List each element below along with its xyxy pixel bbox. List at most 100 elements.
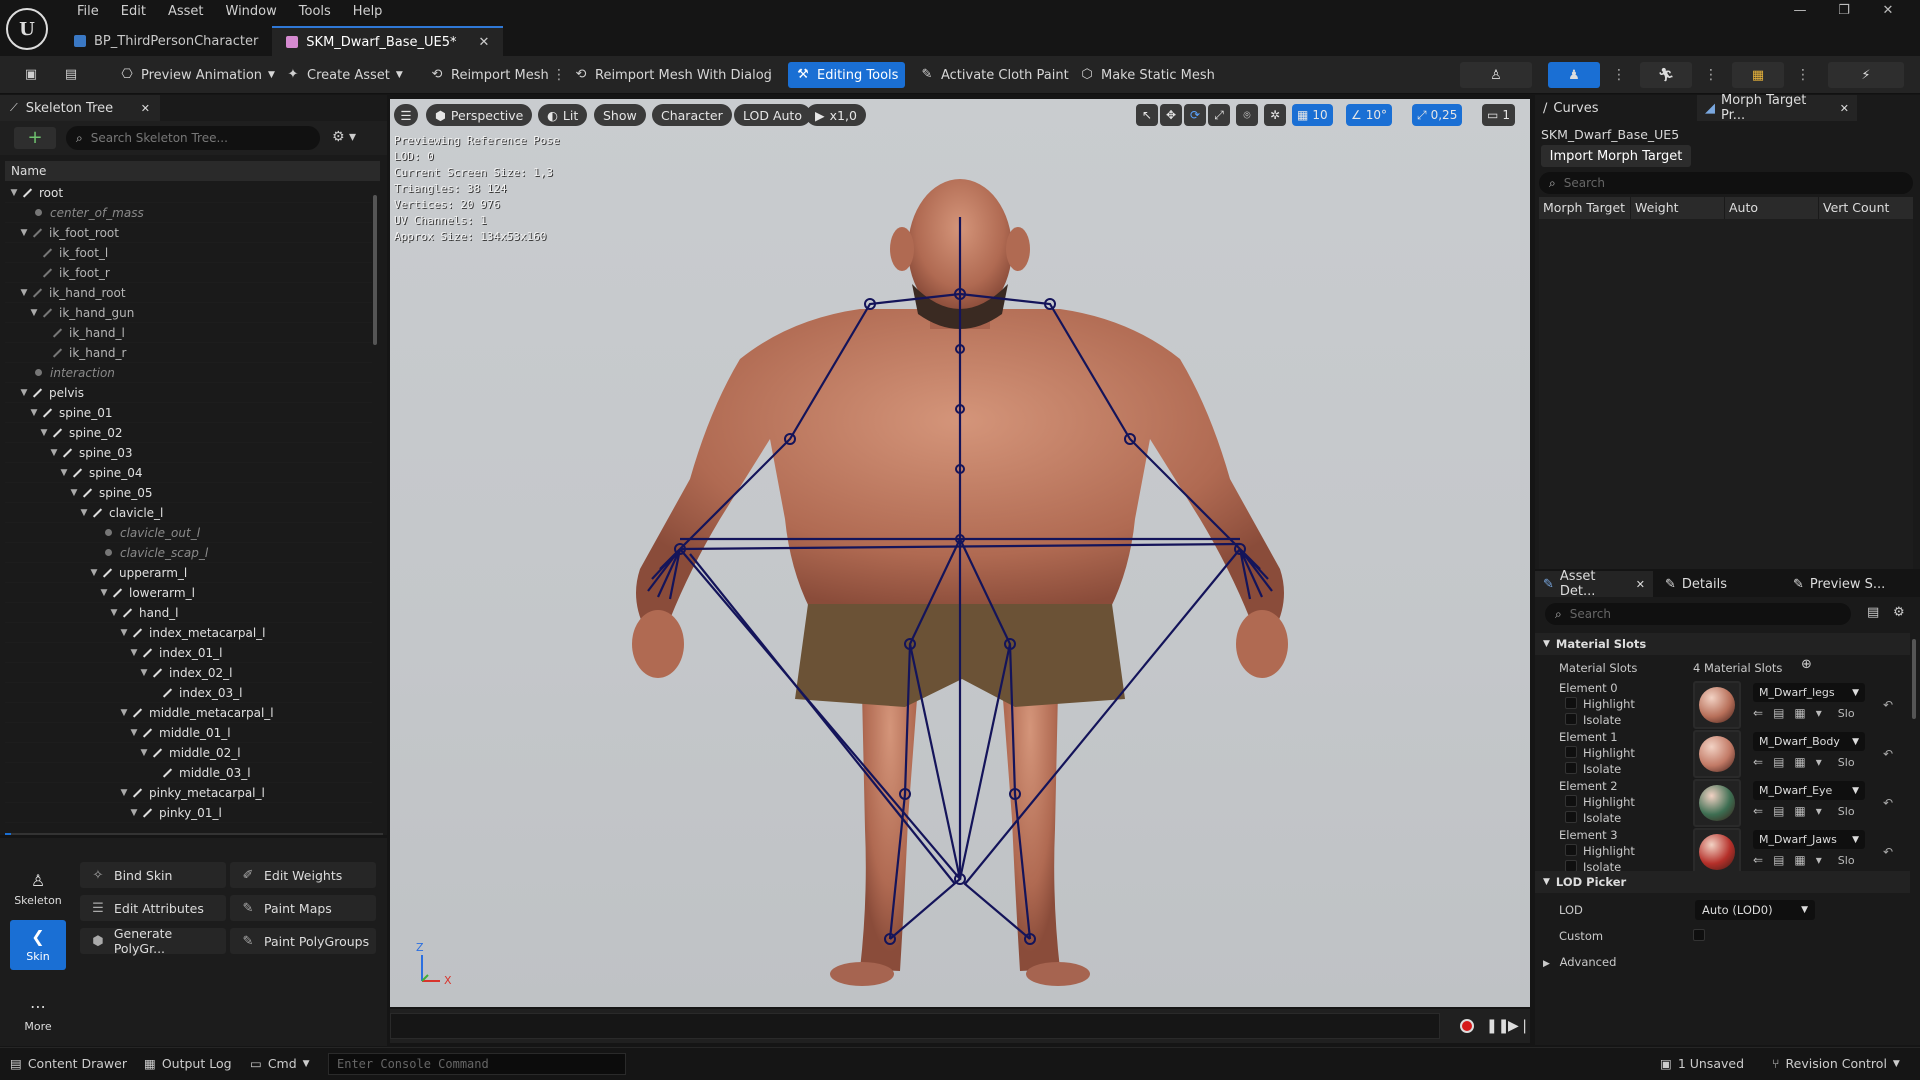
skeleton-tree-tab[interactable]: ⟋ Skeleton Tree ✕ — [0, 95, 160, 121]
expand-arrow-icon[interactable]: ▼ — [109, 608, 119, 618]
unreal-logo-icon[interactable]: U — [6, 8, 48, 50]
chevron-down-icon[interactable]: ▾ — [1816, 804, 1822, 818]
tree-row[interactable]: interaction — [5, 363, 372, 383]
save-icon[interactable]: ▣ — [16, 62, 46, 88]
close-icon[interactable]: ✕ — [141, 102, 150, 115]
add-slot-icon[interactable]: ⊕ — [1801, 657, 1812, 672]
expand-arrow-icon[interactable]: ▼ — [19, 388, 29, 398]
cmd-dropdown[interactable]: ▭ Cmd ▼ — [250, 1056, 310, 1071]
content-drawer-button[interactable]: ▤ Content Drawer — [10, 1056, 127, 1071]
expand-arrow-icon[interactable]: ▼ — [19, 228, 29, 238]
expand-arrow-icon[interactable]: ▼ — [119, 708, 129, 718]
material-thumbnail[interactable] — [1693, 828, 1741, 876]
browse-icon[interactable]: ▤ — [1773, 853, 1784, 867]
tree-row[interactable]: ▼ middle_02_l — [5, 743, 372, 763]
tree-row[interactable]: ▼ spine_03 — [5, 443, 372, 463]
scale-snap-toggle[interactable]: ⤢ 0,25 — [1412, 104, 1463, 126]
skeleton-mode-tab[interactable]: ♙ Skeleton — [10, 864, 66, 914]
restore-icon[interactable]: ❐ — [1822, 0, 1866, 22]
details-scrollbar[interactable] — [1912, 639, 1916, 719]
expand-arrow-icon[interactable]: ▼ — [119, 788, 129, 798]
reset-to-default-icon[interactable]: ↶ — [1883, 698, 1893, 712]
highlight-checkbox[interactable] — [1565, 697, 1577, 709]
custom-checkbox[interactable] — [1693, 929, 1705, 941]
col-morph-target[interactable]: Morph Target N — [1539, 197, 1631, 237]
expand-arrow-icon[interactable]: ▼ — [139, 668, 149, 678]
skin-mode-tab[interactable]: ❮ Skin — [10, 920, 66, 970]
expand-arrow-icon[interactable]: ▼ — [39, 428, 49, 438]
make-static-mesh-button[interactable]: ⬡ Make Static Mesh — [1072, 62, 1222, 88]
world-local-icon[interactable]: ⌾ — [1236, 104, 1258, 126]
reset-to-default-icon[interactable]: ↶ — [1883, 845, 1893, 859]
menu-file[interactable]: File — [66, 2, 110, 22]
tree-row[interactable]: middle_03_l — [5, 763, 372, 783]
pause-icon[interactable]: ❚❚ — [1486, 1018, 1509, 1034]
paint-maps-button[interactable]: ✎ Paint Maps — [230, 895, 376, 921]
tree-row[interactable]: ▼ index_metacarpal_l — [5, 623, 372, 643]
expand-arrow-icon[interactable]: ▼ — [29, 308, 39, 318]
morph-target-tab[interactable]: ◢ Morph Target Pr... ✕ — [1697, 93, 1857, 123]
tree-row[interactable]: ▼ ik_foot_root — [5, 223, 372, 243]
details-tab[interactable]: ✎ Details — [1657, 571, 1757, 597]
hamburger-menu-icon[interactable]: ☰ — [394, 104, 418, 126]
close-icon[interactable]: ✕ — [1840, 102, 1849, 115]
minimize-icon[interactable]: — — [1778, 0, 1822, 22]
tree-row[interactable]: ▼ spine_04 — [5, 463, 372, 483]
use-selected-icon[interactable]: ⇐ — [1753, 853, 1763, 867]
select-tool-icon[interactable]: ↖ — [1136, 104, 1158, 126]
menu-window[interactable]: Window — [215, 2, 288, 22]
col-auto[interactable]: Auto — [1725, 197, 1819, 219]
rotation-snap-toggle[interactable]: ∠ 10° — [1346, 104, 1393, 126]
morph-search-input[interactable]: ⌕ Search — [1539, 172, 1913, 194]
expand-arrow-icon[interactable]: ▼ — [129, 728, 139, 738]
browse-icon[interactable]: ▤ — [1773, 755, 1784, 769]
bind-skin-button[interactable]: ✧ Bind Skin — [80, 862, 226, 888]
material-dropdown[interactable]: M_Dwarf_Body ▼ — [1753, 732, 1865, 751]
tree-row[interactable]: clavicle_out_l — [5, 523, 372, 543]
material-dropdown[interactable]: M_Dwarf_Eye ▼ — [1753, 781, 1865, 800]
tree-row[interactable]: ▼ middle_metacarpal_l — [5, 703, 372, 723]
editing-tools-button[interactable]: ⚒ Editing Tools — [788, 62, 906, 88]
chevron-down-icon[interactable]: ▾ — [1816, 706, 1822, 720]
tree-row[interactable]: ▼ lowerarm_l — [5, 583, 372, 603]
tree-row[interactable]: ik_foot_l — [5, 243, 372, 263]
preview-animation-button[interactable]: ⎔ Preview Animation ▼ — [112, 62, 282, 88]
chevron-down-icon[interactable]: ▾ — [1816, 853, 1822, 867]
blueprint-mode-button[interactable]: ▦ — [1732, 62, 1784, 88]
expand-arrow-icon[interactable]: ▼ — [99, 588, 109, 598]
highlight-checkbox[interactable] — [1565, 844, 1577, 856]
curves-tab[interactable]: ∕ Curves — [1535, 95, 1695, 121]
mesh-mode-button[interactable]: ♟ — [1548, 62, 1600, 88]
edit-weights-button[interactable]: ✐ Edit Weights — [230, 862, 376, 888]
texture-icon[interactable]: ▦ — [1794, 853, 1805, 867]
col-vert-count[interactable]: Vert Count — [1819, 197, 1913, 219]
use-selected-icon[interactable]: ⇐ — [1753, 804, 1763, 818]
cloth-paint-button[interactable]: ✎ Activate Cloth Paint — [912, 62, 1076, 88]
preview-settings-tab[interactable]: ✎ Preview S... — [1785, 571, 1915, 597]
lod-dropdown[interactable]: Auto (LOD0) ▼ — [1695, 900, 1815, 920]
texture-icon[interactable]: ▦ — [1794, 706, 1805, 720]
skeleton-search-input[interactable]: ⌕ Search Skeleton Tree... — [66, 126, 320, 150]
tree-row[interactable]: ▼ spine_05 — [5, 483, 372, 503]
tree-row[interactable]: center_of_mass — [5, 203, 372, 223]
edit-attributes-button[interactable]: ☰ Edit Attributes — [80, 895, 226, 921]
add-bone-button[interactable]: + — [14, 127, 56, 149]
more-options-icon[interactable]: ⋮ — [1704, 67, 1718, 83]
material-thumbnail[interactable] — [1693, 779, 1741, 827]
tree-row[interactable]: ▼ clavicle_l — [5, 503, 372, 523]
use-selected-icon[interactable]: ⇐ — [1753, 706, 1763, 720]
tree-row[interactable]: ▼ root — [5, 183, 372, 203]
tab-skm-dwarf[interactable]: SKM_Dwarf_Base_UE5* ✕ — [272, 26, 504, 56]
tree-row[interactable]: ▼ index_02_l — [5, 663, 372, 683]
unsaved-button[interactable]: ▣ 1 Unsaved — [1660, 1056, 1744, 1071]
menu-edit[interactable]: Edit — [110, 2, 157, 22]
details-search-input[interactable]: ⌕ Search — [1545, 603, 1851, 625]
advanced-section[interactable]: ▶ Advanced — [1543, 955, 1616, 969]
material-slots-section[interactable]: ▼ Material Slots — [1535, 633, 1910, 655]
expand-arrow-icon[interactable]: ▼ — [79, 508, 89, 518]
menu-help[interactable]: Help — [342, 2, 394, 22]
expand-arrow-icon[interactable]: ▼ — [119, 628, 129, 638]
material-dropdown[interactable]: M_Dwarf_Jaws ▼ — [1753, 830, 1865, 849]
perspective-button[interactable]: ⬢ Perspective — [426, 104, 533, 126]
play-speed-button[interactable]: ▶ x1,0 — [806, 104, 866, 126]
